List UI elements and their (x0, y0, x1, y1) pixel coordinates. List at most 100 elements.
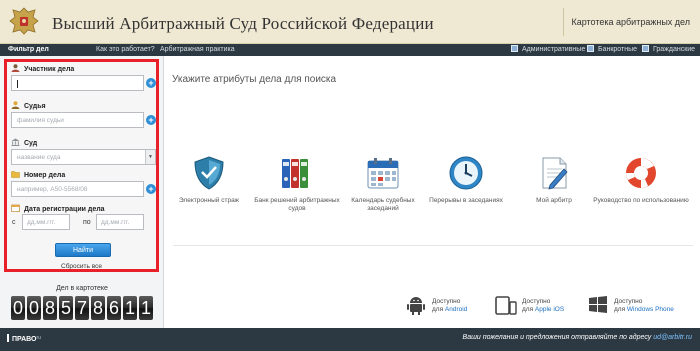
tile-my-arbiter[interactable]: Мой арбитр (506, 155, 602, 205)
binders-icon (282, 159, 308, 188)
tile-hearing-breaks[interactable]: Перерывы в заседаниях (418, 155, 514, 205)
case-number-label-text: Номер дела (24, 172, 66, 179)
nav-category-label: Административные (522, 46, 586, 53)
nav-filter[interactable]: Фильтр дел (8, 45, 49, 55)
site-footer: ПРАВОru Ваши пожелания и предложения отп… (0, 328, 700, 351)
registration-date-label-text: Дата регистрации дела (24, 206, 105, 213)
platform-ios-text: Доступно для Apple iOS (522, 298, 564, 314)
nav-category-civil[interactable]: Гражданские (642, 45, 695, 55)
calendar-icon (367, 158, 399, 189)
document-pen-icon (542, 157, 568, 190)
court-select-value: название суда (17, 154, 61, 161)
pravo-logo[interactable]: ПРАВОru (7, 334, 41, 343)
nav-category-label: Гражданские (653, 46, 696, 53)
tile-decisions-bank[interactable]: Банк решений арбитражных судов (249, 155, 345, 213)
logo-bar-icon (7, 334, 9, 342)
platform-name: Windows Phone (626, 306, 674, 313)
judge-icon (11, 101, 20, 109)
feedback-email-link[interactable]: ud@arbitr.ru (653, 334, 692, 341)
platform-for: для (522, 306, 534, 313)
document-icon (587, 45, 594, 52)
main-content: Укажите атрибуты дела для поиска Электро… (165, 56, 700, 328)
judge-input[interactable]: фамилия судьи (11, 112, 144, 128)
add-participant-button[interactable]: + (146, 78, 156, 88)
tile-hearing-calendar[interactable]: Календарь судебных заседаний (335, 155, 431, 213)
case-counter-title: Дел в картотеке (56, 285, 108, 292)
tile-label: Банк решений арбитражных судов (254, 197, 340, 212)
date-from-input[interactable]: дд.мм.ггг. (22, 214, 70, 230)
header-divider (563, 8, 564, 36)
shield-icon (194, 156, 224, 190)
counter-digit: 0 (11, 296, 25, 320)
platform-available: Доступно (614, 298, 643, 305)
document-icon (642, 45, 649, 52)
feedback-text: Ваши пожелания и предложения отправляйте… (462, 334, 652, 341)
tile-user-guide[interactable]: Руководство по использованию (593, 155, 689, 205)
left-panel: Участник дела + Судья фамилия судьи + Су… (0, 56, 164, 351)
tile-label: Календарь судебных заседаний (351, 197, 415, 212)
judge-label-text: Судья (24, 103, 46, 110)
counter-digit: 7 (75, 296, 89, 320)
page-title: Высший Арбитражный Суд Российской Федера… (52, 14, 434, 33)
participant-input[interactable] (11, 75, 144, 91)
counter-digit: 0 (27, 296, 41, 320)
site-header: Высший Арбитражный Суд Российской Федера… (0, 0, 700, 44)
platform-available: Доступно (432, 298, 461, 305)
nav-how-it-works[interactable]: Как это работает? (96, 45, 155, 55)
top-nav: Фильтр дел Как это работает? Арбитражная… (0, 44, 700, 56)
counter-digit: 6 (107, 296, 121, 320)
court-label: Суд (11, 138, 37, 147)
reset-all-link[interactable]: Сбросить все (7, 263, 156, 270)
court-select[interactable]: название суда ▼ (11, 149, 156, 165)
tile-electronic-guard[interactable]: Электронный страж (161, 155, 257, 205)
case-search-form: Участник дела + Судья фамилия судьи + Су… (4, 59, 159, 272)
tile-label: Электронный страж (178, 197, 240, 204)
platform-for: для (432, 306, 444, 313)
date-from-label: с (12, 219, 16, 226)
logo-text: ПРАВО (12, 336, 37, 343)
court-label-text: Суд (24, 140, 38, 147)
nav-category-administrative[interactable]: Административные (511, 45, 585, 55)
counter-digit: 8 (43, 296, 57, 320)
ios-devices-icon (495, 296, 517, 315)
chevron-down-icon[interactable]: ▼ (145, 150, 155, 164)
nav-category-bankruptcy[interactable]: Банкротные (587, 45, 637, 55)
platform-windows-text: Доступно для Windows Phone (614, 298, 674, 314)
participant-label: Участник дела (11, 64, 74, 73)
coat-of-arms-icon (9, 7, 39, 35)
registration-date-label: Дата регистрации дела (11, 204, 105, 213)
person-icon (11, 64, 20, 72)
nav-arbitration-practice[interactable]: Арбитражная практика (160, 45, 235, 55)
clock-icon (449, 156, 483, 190)
counter-digit: 5 (59, 296, 73, 320)
date-to-label: по (83, 219, 91, 226)
add-judge-button[interactable]: + (146, 115, 156, 125)
tile-label: Руководство по использованию (593, 197, 689, 204)
date-to-input[interactable]: дд.мм.ггг. (96, 214, 144, 230)
section-divider (173, 245, 693, 246)
case-card-link[interactable]: Картотека арбитражных дел (571, 17, 690, 27)
android-icon (407, 297, 425, 315)
add-case-number-button[interactable]: + (146, 184, 156, 194)
judge-label: Судья (11, 101, 46, 110)
platform-available: Доступно (522, 298, 551, 305)
calendar-small-icon (11, 204, 20, 212)
counter-digit: 8 (91, 296, 105, 320)
participant-label-text: Участник дела (24, 66, 75, 73)
case-number-input[interactable]: например, А50-5568/08 (11, 181, 144, 197)
logo-sup: ru (36, 335, 41, 341)
folder-icon (11, 171, 20, 178)
platform-name: Apple iOS (534, 306, 565, 313)
tile-label: Мой арбитр (536, 197, 572, 204)
court-building-icon (11, 138, 20, 146)
feedback-note: Ваши пожелания и предложения отправляйте… (463, 334, 692, 341)
counter-digit: 1 (139, 296, 153, 320)
counter-digit: 1 (123, 296, 137, 320)
windows-icon (589, 296, 607, 313)
lifebuoy-icon (626, 158, 656, 188)
platform-for: для (614, 306, 626, 313)
case-counter: 0 0 8 5 7 8 6 1 1 (11, 296, 153, 321)
document-icon (511, 45, 518, 52)
find-button[interactable]: Найти (55, 243, 111, 257)
search-prompt: Укажите атрибуты дела для поиска (172, 74, 337, 85)
